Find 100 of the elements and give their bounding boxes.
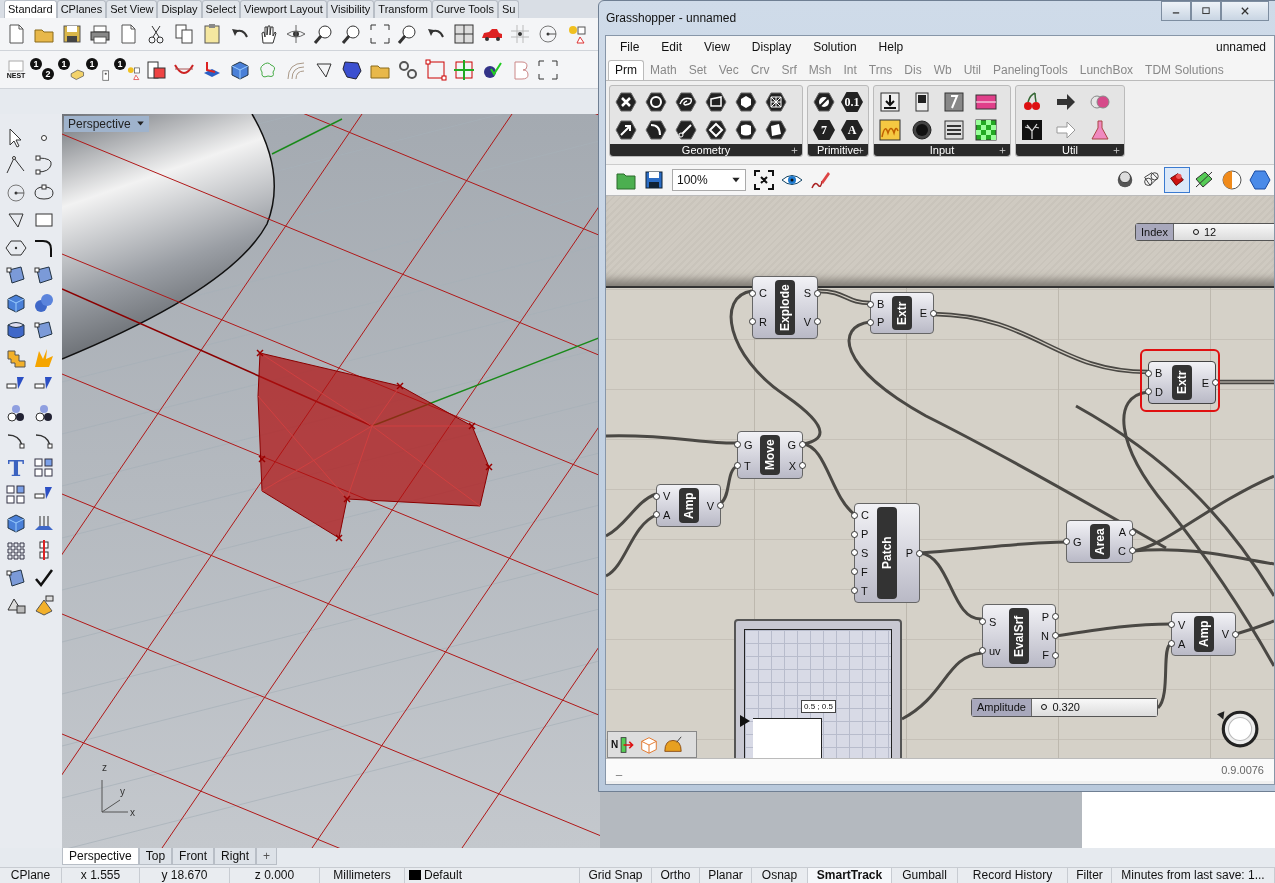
input-label: V (1178, 618, 1186, 631)
number-slider[interactable]: Index 12 (1135, 223, 1274, 241)
component-node[interactable]: V A Amp V (656, 484, 721, 527)
icon-letter[interactable]: N (611, 739, 619, 750)
component-node[interactable]: G Area A C (1066, 520, 1133, 563)
output-label: P (905, 547, 913, 559)
toolbar-tab[interactable]: Su (497, 0, 520, 18)
ribbon-group-label[interactable]: Util (1016, 144, 1124, 156)
menu-item[interactable]: Display (751, 40, 792, 54)
param-button[interactable]: 7 (813, 119, 835, 141)
toolbar-tab[interactable]: Standard (4, 0, 57, 18)
toolbar-tab[interactable]: CPlanes (56, 0, 107, 18)
status-toggle[interactable]: Record History (958, 867, 1068, 883)
text-tool-button[interactable]: T (7, 455, 25, 480)
status-toggle[interactable]: Grid Snap (580, 867, 652, 883)
status-toggle[interactable]: Filter (1068, 867, 1112, 883)
ribbon-group-label[interactable]: Geometry (610, 144, 802, 156)
output-label: P (1041, 610, 1049, 623)
number-slider[interactable]: Amplitude 0.320 (971, 698, 1158, 717)
menu-item[interactable]: View (704, 40, 730, 54)
input-label: S (989, 615, 997, 628)
status-units[interactable]: Millimeters (320, 867, 405, 883)
toolbar-tab[interactable]: Select (201, 0, 241, 18)
status-coordinate: z 0.000 (230, 867, 320, 883)
component-node[interactable]: S uv EvalSrf P N F (982, 604, 1056, 668)
toolbar-tab[interactable]: Curve Tools (432, 0, 498, 18)
output-label: V (803, 315, 811, 328)
slider-label: Amplitude (972, 699, 1031, 716)
output-label: E (919, 307, 927, 319)
graph-plot[interactable]: 0.5 ; 0.5 (744, 629, 892, 758)
output-label: X (788, 459, 796, 472)
document-name: unnamed (1215, 40, 1266, 54)
output-label: V (1221, 628, 1229, 640)
input-label: T (861, 584, 868, 597)
ribbon-group-label[interactable]: Primitive (808, 144, 868, 156)
component-node[interactable]: C P S F T Patch P (854, 503, 920, 603)
component-node[interactable]: V A Amp V (1171, 612, 1236, 656)
status-text: _ (616, 764, 623, 776)
ribbon-group-label[interactable]: Input (874, 144, 1010, 156)
menu-item[interactable]: Edit (661, 40, 683, 54)
param-button[interactable]: A (841, 119, 863, 141)
menu-item[interactable]: Help (878, 40, 904, 54)
input-label: T (744, 459, 751, 472)
status-toggle[interactable]: SmartTrack (808, 867, 892, 883)
component-name: Move (760, 435, 780, 475)
number-badge: 1 (30, 57, 42, 70)
window-title: Grasshopper - unnamed (606, 11, 737, 25)
input-label: A (1178, 637, 1186, 650)
status-toggle[interactable]: Gumball (892, 867, 958, 883)
component-node[interactable]: B D Extr E (1148, 361, 1216, 404)
number-badge: 2 (42, 67, 54, 80)
input-label: P (877, 316, 885, 328)
status-toggle[interactable]: Ortho (652, 867, 700, 883)
zoom-dropdown[interactable]: 100% (672, 169, 746, 191)
input-label: G (1073, 535, 1082, 548)
input-label: uv (989, 644, 1001, 657)
status-coordinate: y 18.670 (140, 867, 230, 883)
slider-track[interactable]: 12 (1172, 224, 1274, 240)
input-label: S (861, 547, 869, 559)
slider-track[interactable]: 0.320 (1030, 699, 1157, 716)
input-label: B (1155, 367, 1163, 380)
toolbar-tab[interactable]: Viewport Layout (240, 0, 327, 18)
component-name: Amp (1193, 616, 1214, 652)
component-name: Patch (877, 507, 897, 599)
toolbar-tab[interactable]: Visibility (326, 0, 375, 18)
toolbar-tab[interactable]: Transform (374, 0, 433, 18)
axis-label: x (130, 806, 135, 818)
number-badge: 1 (114, 57, 126, 70)
number-badge: 1 (86, 57, 98, 70)
param-button[interactable]: 0.1 (841, 91, 863, 113)
input-label: B (877, 298, 885, 310)
input-label: C (861, 509, 869, 522)
menu-item[interactable]: Solution (813, 40, 857, 54)
component-node[interactable]: C R Explode S V (752, 276, 818, 339)
number-badge: 1 (58, 57, 70, 70)
status-layer[interactable]: Default (424, 867, 463, 883)
status-toggle[interactable]: Planar (700, 867, 752, 883)
slider-label: Index (1136, 224, 1173, 240)
toolbar-tab[interactable]: Set View (106, 0, 158, 18)
component-name: Amp (678, 488, 699, 523)
toolbar-tab[interactable]: Display (157, 0, 202, 18)
input-label: C (759, 287, 767, 300)
status-cplane[interactable]: CPlane (0, 867, 62, 883)
slider-value: 0.320 (1052, 700, 1080, 714)
component-name: Area (1089, 524, 1110, 559)
input-label: V (663, 490, 671, 503)
ribbon-tab[interactable]: Prm (608, 60, 644, 80)
output-label: S (803, 287, 811, 300)
version-label: 0.9.0076 (1221, 764, 1264, 776)
input-label: A (663, 508, 671, 521)
input-label: R (759, 315, 767, 328)
menu-item[interactable]: File (620, 40, 640, 54)
output-label: E (1201, 376, 1209, 389)
graph-mapper[interactable]: 0.5 ; 0.5 (734, 619, 902, 758)
output-label: A (1118, 526, 1126, 539)
axis-label: y (120, 785, 125, 797)
output-label: N (1041, 630, 1049, 642)
slider-value: 12 (1203, 225, 1217, 239)
component-name: EvalSrf (1009, 608, 1029, 664)
input-label: D (1155, 385, 1163, 398)
